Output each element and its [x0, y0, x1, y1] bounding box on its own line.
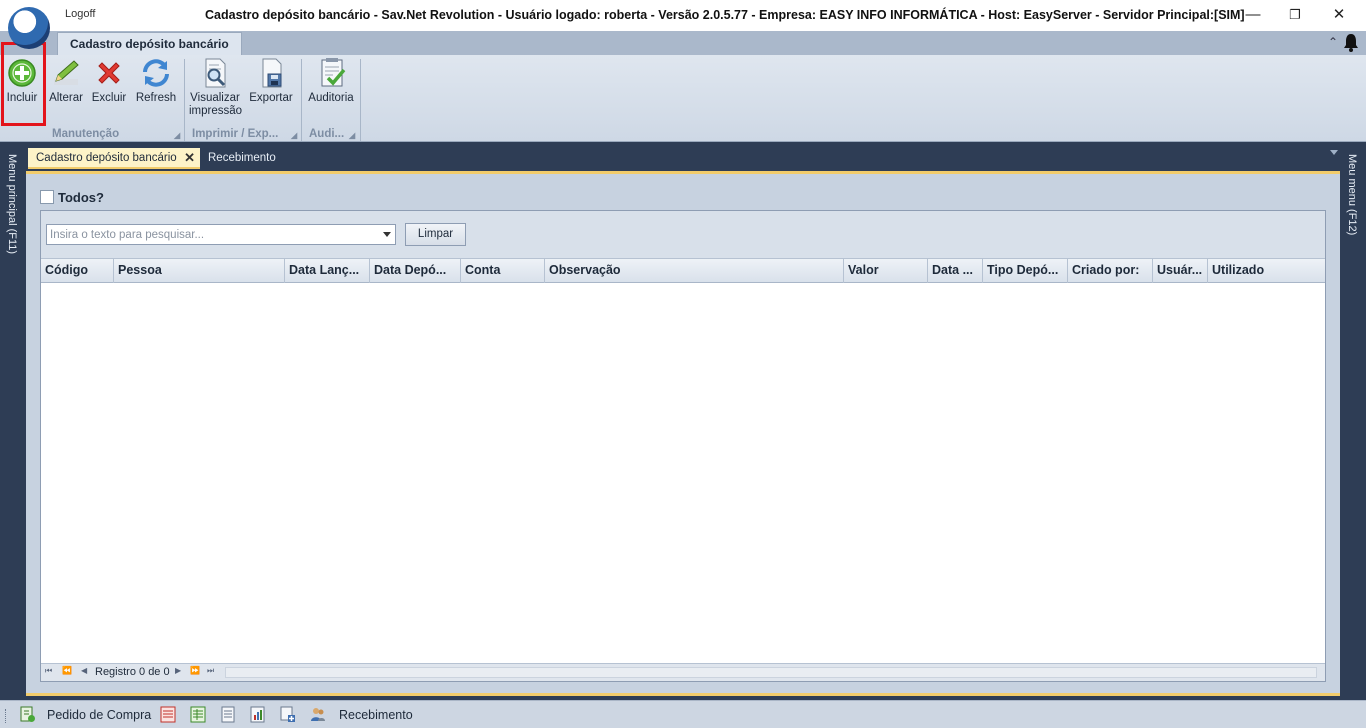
- restore-icon: ❐: [1289, 7, 1301, 22]
- group-label-manutencao: Manutenção: [52, 128, 120, 140]
- column-header[interactable]: Conta: [461, 259, 545, 283]
- status-item-recebimento[interactable]: Recebimento: [339, 708, 413, 722]
- audit-icon: [321, 58, 346, 87]
- print-preview-icon: [205, 58, 226, 88]
- group-launcher-icon[interactable]: ◢: [291, 131, 297, 140]
- excluir-label: Excluir: [91, 92, 127, 104]
- todos-label: Todos?: [58, 190, 104, 205]
- spreadsheet-green-icon[interactable]: [190, 706, 206, 723]
- refresh-button[interactable]: Refresh: [135, 57, 177, 105]
- column-header[interactable]: Criado por:: [1068, 259, 1153, 283]
- next-page-icon[interactable]: ⏩: [190, 666, 200, 675]
- tab-list-dropdown-icon[interactable]: [1330, 150, 1338, 155]
- grid-navigator: ⏮ ⏪ ◀ Registro 0 de 0 ▶ ⏩ ⏭: [41, 663, 1325, 681]
- chart-document-icon[interactable]: [250, 706, 266, 723]
- exportar-label: Exportar: [249, 92, 293, 104]
- group-launcher-icon[interactable]: ◢: [174, 131, 180, 140]
- group-separator: [184, 59, 185, 141]
- right-side-panel[interactable]: Meu menu (F12): [1340, 142, 1366, 700]
- limpar-button[interactable]: Limpar: [405, 223, 466, 246]
- delete-x-icon: [98, 62, 120, 84]
- minimize-button[interactable]: —: [1230, 0, 1276, 30]
- incluir-highlight-box: [1, 42, 46, 126]
- content-panel: Todos? Limpar Código Pessoa Data Lanç...…: [26, 171, 1340, 696]
- collapse-ribbon-icon[interactable]: ⌃: [1328, 35, 1338, 49]
- meu-menu-label[interactable]: Meu menu (F12): [1346, 154, 1358, 235]
- auditoria-label: Auditoria: [308, 92, 354, 104]
- status-item-pedido-compra[interactable]: Pedido de Compra: [47, 708, 151, 722]
- search-input[interactable]: [47, 225, 367, 244]
- notification-bell-icon[interactable]: [1342, 33, 1360, 52]
- column-header[interactable]: Código: [41, 259, 114, 283]
- doc-tab-label: Cadastro depósito bancário: [36, 152, 177, 164]
- visualizar-label: Visualizar: [190, 92, 240, 104]
- purchase-order-icon[interactable]: [20, 706, 36, 723]
- document-area: Cadastro depósito bancário ✕ Recebimento…: [26, 142, 1340, 700]
- last-record-icon[interactable]: ⏭: [207, 666, 214, 676]
- next-record-icon[interactable]: ▶: [175, 666, 181, 675]
- status-grip: [5, 709, 8, 723]
- group-separator: [360, 59, 361, 141]
- title-bar: Logoff Cadastro depósito bancário - Sav.…: [0, 0, 1366, 49]
- pencil-icon: [54, 60, 79, 85]
- ribbon: Incluir Alterar Excluir Refresh Manutenç…: [0, 55, 1366, 142]
- ribbon-tab-strip: Cadastro depósito bancário ⌃: [0, 31, 1366, 55]
- doc-tab-recebimento[interactable]: Recebimento: [208, 148, 276, 169]
- column-header[interactable]: Observação: [545, 259, 844, 283]
- grid-body[interactable]: [41, 283, 1325, 663]
- document-add-icon[interactable]: [280, 706, 296, 723]
- grid-header: Código Pessoa Data Lanç... Data Depó... …: [41, 258, 1325, 283]
- group-separator: [301, 59, 302, 141]
- refresh-label: Refresh: [135, 92, 177, 104]
- chevron-down-icon[interactable]: [383, 232, 391, 237]
- column-header[interactable]: Data Depó...: [370, 259, 461, 283]
- close-icon: ✕: [1332, 6, 1346, 23]
- doc-tab-cadastro[interactable]: Cadastro depósito bancário ✕: [28, 148, 200, 169]
- column-header[interactable]: Usuár...: [1153, 259, 1208, 283]
- users-receipt-icon[interactable]: [310, 706, 326, 723]
- exportar-button[interactable]: Exportar: [248, 57, 294, 105]
- minimize-icon: —: [1245, 6, 1261, 23]
- auditoria-button[interactable]: Auditoria: [307, 57, 355, 105]
- left-side-panel[interactable]: Menu principal (F11): [0, 142, 26, 700]
- column-header[interactable]: Data ...: [928, 259, 983, 283]
- close-tab-icon[interactable]: ✕: [184, 148, 195, 168]
- app-logo-icon[interactable]: [8, 7, 50, 49]
- excluir-button[interactable]: Excluir: [91, 57, 127, 105]
- todos-checkbox[interactable]: Todos?: [40, 190, 104, 205]
- restore-button[interactable]: ❐: [1272, 0, 1318, 30]
- ribbon-tab-cadastro[interactable]: Cadastro depósito bancário: [57, 32, 242, 55]
- checkbox-box[interactable]: [40, 190, 54, 204]
- alterar-button[interactable]: Alterar: [48, 57, 84, 105]
- search-field[interactable]: [46, 224, 396, 245]
- column-header[interactable]: Tipo Depó...: [983, 259, 1068, 283]
- record-count: Registro 0 de 0: [95, 666, 170, 678]
- column-header[interactable]: Valor: [844, 259, 928, 283]
- visualizar-impressao-button[interactable]: Visualizar impressão: [189, 57, 243, 118]
- prev-page-icon[interactable]: ⏪: [62, 666, 72, 675]
- first-record-icon[interactable]: ⏮: [45, 666, 52, 676]
- group-launcher-icon[interactable]: ◢: [349, 131, 355, 140]
- window-title: Cadastro depósito bancário - Sav.Net Rev…: [205, 8, 1245, 22]
- logoff-link[interactable]: Logoff: [65, 8, 95, 20]
- refresh-icon: [143, 59, 169, 87]
- report-red-icon[interactable]: [160, 706, 176, 723]
- data-grid: Limpar Código Pessoa Data Lanç... Data D…: [40, 210, 1326, 682]
- horizontal-scrollbar[interactable]: [225, 667, 1317, 678]
- group-label-imprimir: Imprimir / Exp...: [192, 128, 279, 140]
- impressao-label: impressão: [189, 105, 243, 117]
- close-window-button[interactable]: ✕: [1316, 0, 1362, 30]
- menu-principal-label[interactable]: Menu principal (F11): [6, 154, 18, 254]
- export-icon: [262, 58, 282, 88]
- column-header[interactable]: Data Lanç...: [285, 259, 370, 283]
- column-header[interactable]: Pessoa: [114, 259, 285, 283]
- column-header[interactable]: Utilizado: [1208, 259, 1325, 283]
- group-label-auditoria: Audi...: [309, 128, 345, 140]
- prev-record-icon[interactable]: ◀: [81, 666, 87, 675]
- status-bar: Pedido de Compra Recebimento: [0, 700, 1366, 728]
- document-list-icon[interactable]: [220, 706, 236, 723]
- alterar-label: Alterar: [49, 92, 83, 104]
